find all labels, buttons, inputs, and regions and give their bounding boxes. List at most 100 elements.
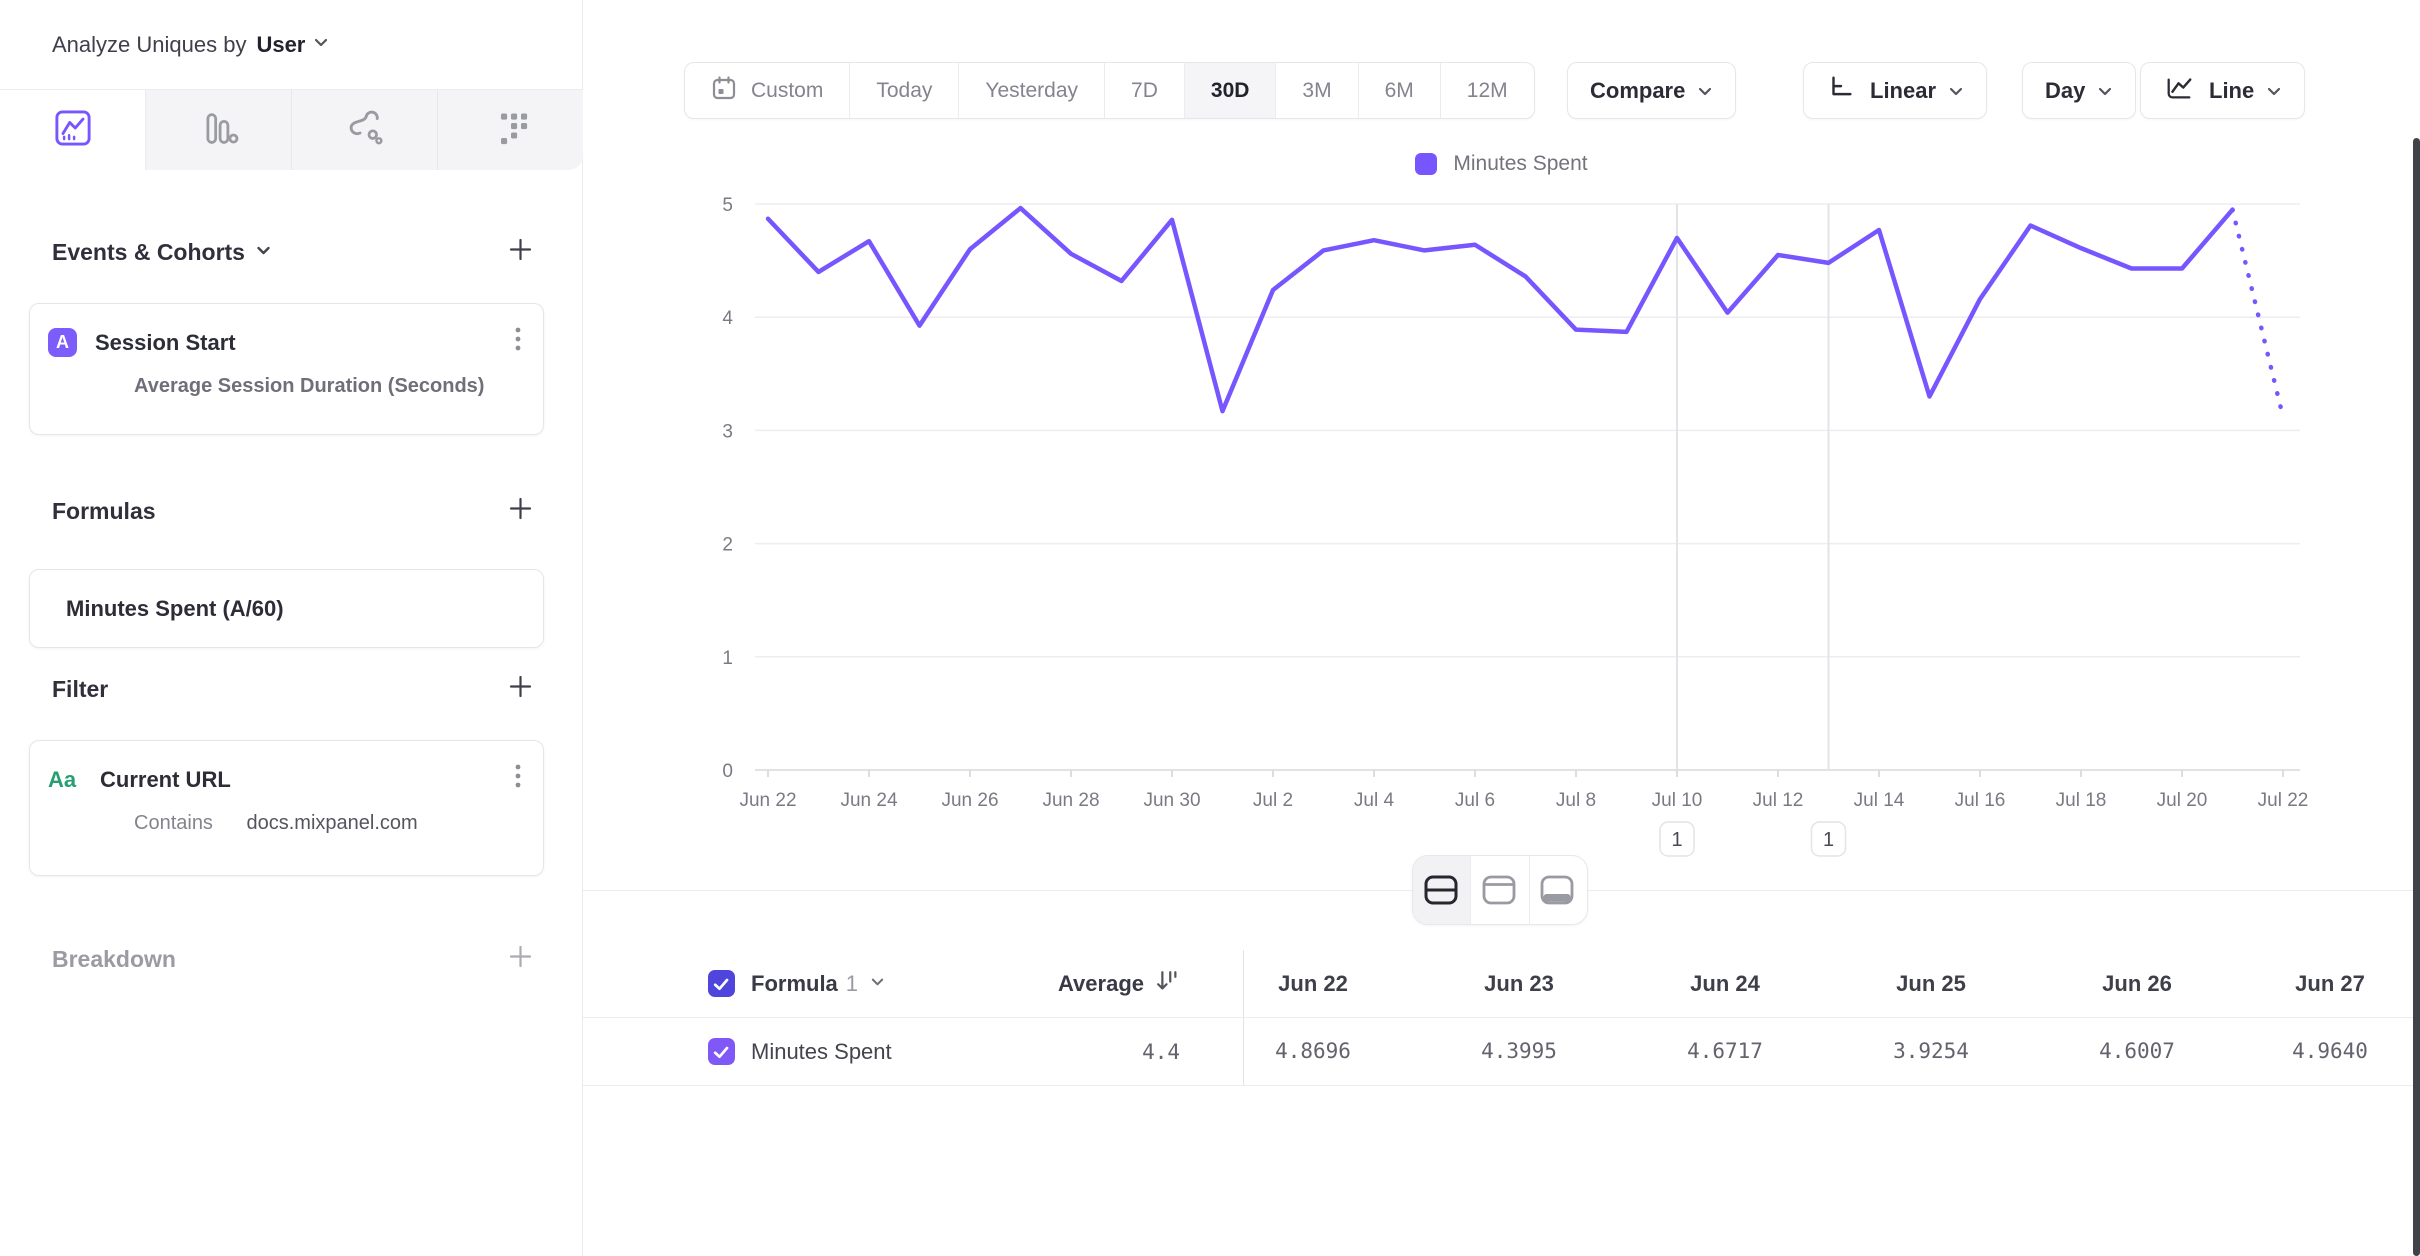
svg-text:Jun 24: Jun 24 [840,790,897,811]
tab-retention-curve[interactable] [292,90,438,170]
date-range-12m[interactable]: 12M [1441,63,1534,118]
granularity-button[interactable]: Day [2022,62,2136,119]
date-range-7d[interactable]: 7D [1105,63,1185,118]
filter-operator[interactable]: Contains [134,812,213,834]
cell-value: 4.6717 [1687,1039,1763,1063]
table-row-minutes-spent: Minutes Spent 4.4 4.8696 4.3995 4.6717 3… [583,1018,2420,1086]
date-range-label: Today [876,79,932,103]
svg-text:Jun 26: Jun 26 [941,790,998,811]
layout-chart-only-button[interactable] [1471,856,1529,924]
granularity-label: Day [2045,78,2085,104]
filter-section-header: Filter [52,673,534,705]
vertical-scrollbar-thumb[interactable] [2413,138,2420,1256]
date-range-picker: Custom Today Yesterday 7D 30D 3M 6M 12M [684,62,1535,119]
events-cohorts-section-header: Events & Cohorts [52,236,534,268]
formula-card[interactable]: Minutes Spent (A/60) [29,569,544,648]
svg-text:Jul 18: Jul 18 [2056,790,2107,811]
date-range-3m[interactable]: 3M [1276,63,1358,118]
analyze-uniques-header: Analyze Uniques by User [0,0,583,90]
svg-text:Jul 2: Jul 2 [1253,790,1293,811]
tab-flows[interactable] [438,90,583,170]
sort-descending-icon[interactable] [1154,968,1180,1000]
date-column-header: Jun 24 [1622,971,1828,997]
svg-text:4: 4 [722,308,733,329]
svg-text:Jul 16: Jul 16 [1955,790,2006,811]
date-range-today[interactable]: Today [850,63,959,118]
column-divider [1243,1018,1244,1085]
layout-table-only-button[interactable] [1530,856,1587,924]
compare-label: Compare [1590,78,1685,104]
date-column-header: Jun 27 [2240,971,2420,997]
date-range-6m[interactable]: 6M [1359,63,1441,118]
svg-text:Jul 14: Jul 14 [1854,790,1905,811]
row-checkbox[interactable] [708,1038,735,1065]
filter-title: Filter [52,676,108,703]
chevron-down-icon [870,975,885,993]
query-builder-sidebar: Analyze Uniques by User [0,0,583,1256]
breakdown-title: Breakdown [52,946,176,973]
split-view-icon [1423,874,1461,906]
date-range-label: 7D [1131,79,1158,103]
svg-text:Jul 6: Jul 6 [1455,790,1495,811]
mixpanel-insights-report: Analyze Uniques by User [0,0,2420,1256]
calendar-icon [711,75,737,107]
compare-button[interactable]: Compare [1567,62,1736,119]
svg-text:Jul 20: Jul 20 [2157,790,2208,811]
tab-insights-line[interactable] [0,90,146,170]
date-range-30d[interactable]: 30D [1185,63,1277,118]
select-all-checkbox[interactable] [708,970,735,997]
date-range-label: Custom [751,79,823,103]
formulas-title: Formulas [52,498,156,525]
event-card-session-start[interactable]: A Session Start Average Session Duration… [29,303,544,435]
cell-value: 4.9640 [2292,1039,2368,1063]
line-chart-icon [53,108,93,153]
analyze-uniques-label: Analyze Uniques by [52,32,246,58]
svg-text:Jul 10: Jul 10 [1652,790,1703,811]
chevron-down-icon [2266,78,2282,104]
analyze-by-value-dropdown[interactable]: User [256,32,305,58]
filter-value[interactable]: docs.mixpanel.com [247,812,418,834]
svg-text:1: 1 [1671,829,1682,851]
filter-property-name: Current URL [100,767,231,793]
average-value: 4.4 [1142,1040,1180,1064]
filter-card-current-url[interactable]: Aa Current URL Contains docs.mixpanel.co… [29,740,544,876]
average-column-header[interactable]: Average [1058,971,1144,997]
date-range-custom[interactable]: Custom [685,63,850,118]
date-range-label: 30D [1211,79,1250,103]
series-group-header[interactable]: Formula1 [751,971,858,997]
breakdown-section-header: Breakdown [52,943,534,975]
flows-dots-icon [491,108,531,153]
chart-type-button[interactable]: Line [2140,62,2305,119]
chevron-down-icon [1697,78,1713,104]
kebab-menu-icon[interactable] [513,763,523,796]
line-chart-type-icon [2163,73,2195,109]
kebab-menu-icon[interactable] [513,326,523,359]
string-property-icon: Aa [48,767,82,793]
line-chart: 01234511Jun 22Jun 24Jun 26Jun 28Jun 30Ju… [583,140,2420,860]
formulas-section-header: Formulas [52,495,534,527]
chevron-down-icon [313,35,329,54]
date-range-yesterday[interactable]: Yesterday [959,63,1105,118]
date-range-label: 3M [1302,79,1331,103]
event-aggregation[interactable]: Average Session Duration (Seconds) [30,359,543,420]
chevron-down-icon[interactable] [255,243,272,262]
add-filter-button[interactable] [507,673,534,705]
y-axis-scale-button[interactable]: Linear [1803,62,1987,119]
add-formula-button[interactable] [507,495,534,527]
svg-text:1: 1 [1823,829,1834,851]
add-breakdown-button[interactable] [507,943,534,975]
chart-type-label: Line [2209,78,2254,104]
cell-value: 3.9254 [1893,1039,1969,1063]
retention-curve-icon [345,108,385,153]
date-column-header: Jun 26 [2034,971,2240,997]
date-range-label: 12M [1467,79,1508,103]
date-column-header: Jun 22 [1210,971,1416,997]
formula-expression: Minutes Spent (A/60) [66,596,284,622]
date-range-label: Yesterday [985,79,1078,103]
layout-split-view-button[interactable] [1413,856,1471,924]
add-event-button[interactable] [507,236,534,268]
svg-text:Jun 22: Jun 22 [739,790,796,811]
tab-bar-chart[interactable] [146,90,292,170]
date-column-header: Jun 25 [1828,971,2034,997]
cell-value: 4.8696 [1275,1039,1351,1063]
